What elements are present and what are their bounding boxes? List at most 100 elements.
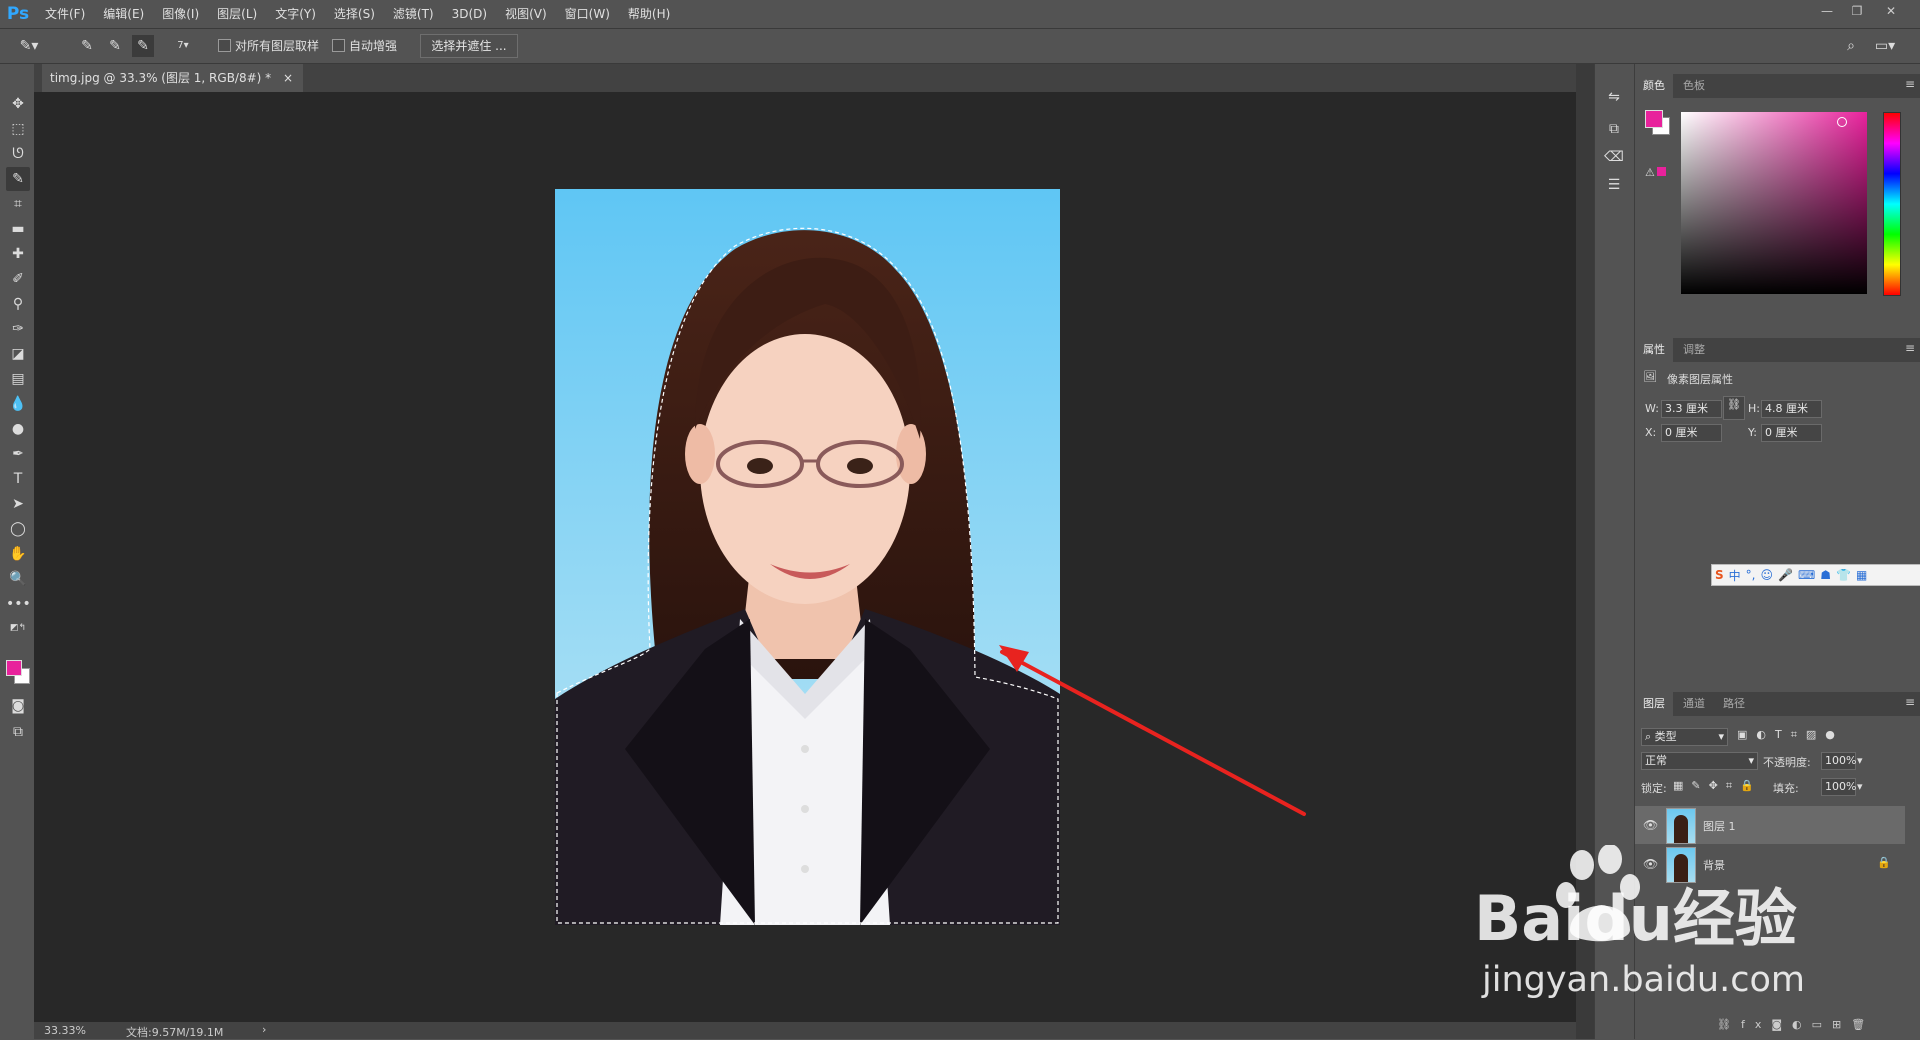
gradient-tool-icon[interactable]: ▤ — [6, 367, 30, 391]
history-panel-icon[interactable]: ⇋ — [1603, 86, 1625, 108]
menu-edit[interactable]: 编辑(E) — [94, 0, 153, 28]
link-dimensions-icon[interactable]: ⛓ — [1723, 396, 1745, 420]
tab-channels[interactable]: 通道 — [1675, 692, 1713, 716]
tab-adjustments[interactable]: 调整 — [1675, 338, 1713, 362]
restore-icon[interactable]: ❐ — [1846, 4, 1868, 22]
brush-settings-icon[interactable]: ⌫ — [1603, 146, 1625, 168]
adjustments-icon[interactable]: ☰ — [1603, 174, 1625, 196]
eraser-tool-icon[interactable]: ◪ — [6, 342, 30, 366]
y-field[interactable]: 0 厘米 — [1761, 424, 1822, 442]
blend-mode-select[interactable]: 正常 ▾ — [1641, 752, 1758, 770]
path-selection-tool-icon[interactable]: ➤ — [6, 492, 30, 516]
panel-menu-icon[interactable]: ≡ — [1905, 77, 1915, 91]
layer-name[interactable]: 图层 1 — [1703, 818, 1736, 834]
close-icon[interactable]: ✕ — [1880, 4, 1902, 22]
brush-size-picker[interactable]: 7▾ — [172, 35, 194, 57]
workspace-icon[interactable]: ▭▾ — [1874, 35, 1896, 57]
width-field[interactable]: 3.3 厘米 — [1661, 400, 1722, 418]
ime-skin-icon[interactable]: 👕 — [1836, 568, 1851, 582]
ime-voice-icon[interactable]: 🎤 — [1778, 568, 1793, 582]
panel-menu-icon[interactable]: ≡ — [1905, 341, 1915, 355]
zoom-readout[interactable]: 33.33% — [44, 1024, 86, 1037]
blur-tool-icon[interactable]: 💧 — [6, 392, 30, 416]
document-tab[interactable]: timg.jpg @ 33.3% (图层 1, RGB/8#) * × — [42, 64, 304, 92]
type-tool-icon[interactable]: T — [6, 467, 30, 491]
menu-layer[interactable]: 图层(L) — [208, 0, 266, 28]
lock-option-icons[interactable]: ▦✎✥⌗🔒 — [1673, 779, 1762, 793]
history-brush-tool-icon[interactable]: ✑ — [6, 317, 30, 341]
auto-enhance-checkbox[interactable] — [332, 39, 345, 52]
color-panel-foreground-swatch[interactable] — [1645, 110, 1663, 128]
layer-filter-select[interactable]: ⌕ 类型 ▾ — [1641, 728, 1728, 746]
opacity-field[interactable]: 100% — [1821, 752, 1856, 770]
tab-layers[interactable]: 图层 — [1635, 692, 1673, 716]
swap-colors-icon[interactable]: ◩↰ — [6, 616, 30, 640]
foreground-color-swatch[interactable] — [6, 660, 22, 676]
select-and-mask-button[interactable]: 选择并遮住 ... — [420, 34, 518, 58]
layers-footer-icons[interactable]: ⛓fx◙◐▭⊞🗑 — [1717, 1018, 1875, 1031]
screen-mode-icon[interactable]: ⧉ — [6, 720, 30, 744]
menu-help[interactable]: 帮助(H) — [619, 0, 679, 28]
crop-tool-icon[interactable]: ⌗ — [6, 192, 30, 216]
quick-selection-tool-icon[interactable]: ✎ — [6, 167, 30, 191]
opacity-dropdown-icon[interactable]: ▾ — [1857, 754, 1863, 767]
clone-stamp-tool-icon[interactable]: ⚲ — [6, 292, 30, 316]
watermark-brand: Baidu经验 — [1474, 882, 1797, 955]
hue-slider[interactable] — [1883, 112, 1901, 296]
color-picker-field[interactable] — [1681, 112, 1867, 294]
tab-properties[interactable]: 属性 — [1635, 338, 1673, 362]
brush-tool-icon[interactable]: ✐ — [6, 267, 30, 291]
fill-field[interactable]: 100% — [1821, 778, 1856, 796]
menu-type[interactable]: 文字(Y) — [266, 0, 325, 28]
tab-color[interactable]: 颜色 — [1635, 74, 1673, 98]
quick-mask-icon[interactable]: ◙ — [6, 694, 30, 718]
dodge-tool-icon[interactable]: ● — [6, 417, 30, 441]
zoom-tool-icon[interactable]: 🔍 — [6, 567, 30, 591]
ime-keyboard-icon[interactable]: ⌨ — [1798, 568, 1815, 582]
menu-view[interactable]: 视图(V) — [496, 0, 556, 28]
panel-menu-icon[interactable]: ≡ — [1905, 695, 1915, 709]
add-to-selection-icon[interactable]: ✎ — [104, 35, 126, 57]
ime-tools-icon[interactable]: ▦ — [1856, 568, 1867, 582]
x-field[interactable]: 0 厘米 — [1661, 424, 1722, 442]
menu-file[interactable]: 文件(F) — [36, 0, 94, 28]
height-field[interactable]: 4.8 厘米 — [1761, 400, 1822, 418]
more-tools-icon[interactable]: ••• — [6, 592, 31, 616]
canvas-area[interactable] — [34, 92, 1576, 1022]
ellipse-tool-icon[interactable]: ◯ — [6, 517, 30, 541]
status-menu-arrow-icon[interactable]: › — [262, 1023, 266, 1036]
visibility-eye-icon[interactable]: 👁 — [1643, 818, 1658, 832]
layer-row-1[interactable]: 👁 图层 1 — [1635, 806, 1905, 844]
subtract-from-selection-icon[interactable]: ✎ — [132, 35, 154, 57]
pen-tool-icon[interactable]: ✒ — [6, 442, 30, 466]
lasso-tool-icon[interactable]: ᘎ — [6, 142, 30, 166]
ruler-tool-icon[interactable]: ▬ — [6, 217, 30, 241]
ime-emoji-icon[interactable]: ☺ — [1761, 568, 1774, 582]
minimize-icon[interactable]: — — [1816, 4, 1838, 22]
move-tool-icon[interactable]: ✥ — [6, 92, 30, 116]
properties-panel-icon[interactable]: ⧉ — [1603, 118, 1625, 140]
ime-punctuation-icon[interactable]: °, — [1746, 568, 1756, 582]
search-icon[interactable]: ⌕ — [1840, 35, 1862, 57]
document-tab-close-icon[interactable]: × — [283, 71, 293, 85]
ime-toolbar[interactable]: S 中 °, ☺ 🎤 ⌨ ☗ 👕 ▦ — [1711, 564, 1920, 586]
fill-dropdown-icon[interactable]: ▾ — [1857, 780, 1863, 793]
menu-window[interactable]: 窗口(W) — [556, 0, 619, 28]
new-selection-icon[interactable]: ✎ — [76, 35, 98, 57]
menu-select[interactable]: 选择(S) — [325, 0, 384, 28]
color-panel-tabs: 颜色 色板 ≡ — [1635, 74, 1920, 98]
healing-brush-tool-icon[interactable]: ✚ — [6, 242, 30, 266]
menu-image[interactable]: 图像(I) — [153, 0, 208, 28]
ime-mode-label[interactable]: 中 — [1729, 567, 1741, 584]
gamut-warning-icon[interactable]: ⚠ — [1645, 166, 1666, 179]
quick-selection-preset-icon[interactable]: ✎▾ — [18, 35, 40, 57]
menu-3d[interactable]: 3D(D) — [443, 0, 496, 28]
menu-filter[interactable]: 滤镜(T) — [384, 0, 443, 28]
hand-tool-icon[interactable]: ✋ — [6, 542, 30, 566]
sample-all-layers-checkbox[interactable] — [218, 39, 231, 52]
marquee-tool-icon[interactable]: ⬚ — [6, 117, 30, 141]
layer-filter-icons[interactable]: ▣◐T⌗▨● — [1737, 728, 1844, 742]
tab-paths[interactable]: 路径 — [1715, 692, 1753, 716]
ime-user-icon[interactable]: ☗ — [1820, 568, 1831, 582]
tab-swatches[interactable]: 色板 — [1675, 74, 1713, 98]
